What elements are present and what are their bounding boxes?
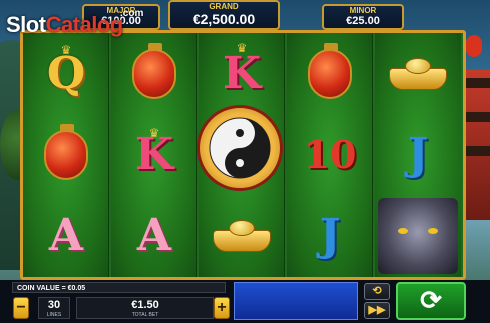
lines-label: LINES <box>46 312 62 318</box>
symbol-q: ♛ Q <box>23 33 109 114</box>
spin-icon: ⟳ <box>420 285 442 315</box>
total-bet-label: TOTAL BET <box>131 312 159 318</box>
lantern-icon <box>308 42 352 99</box>
total-bet-value: €1.50 <box>131 299 159 311</box>
message-area <box>234 282 358 320</box>
symbol-10: 10 <box>287 114 373 195</box>
yin-yang-icon <box>209 117 271 179</box>
watermark-suffix: .com <box>120 8 144 19</box>
reel-4: 10 J <box>287 33 373 277</box>
symbol-gold-ingot <box>375 33 461 114</box>
symbol-k-glyph: K <box>222 47 262 99</box>
jackpot-grand-value: €2,500.00 <box>192 11 256 27</box>
reel-2: ♛ K A <box>111 33 197 277</box>
reel-1: ♛ Q A <box>23 33 109 277</box>
symbol-a: A <box>23 195 109 276</box>
coin-value-display: COIN VALUE = €0.05 <box>12 282 226 293</box>
crown-icon: ♛ <box>60 43 72 57</box>
jackpot-minor: MINOR €25.00 <box>322 4 404 30</box>
symbol-j: J <box>287 195 373 276</box>
symbol-a: A <box>111 195 197 276</box>
fast-play-button[interactable]: ▶▶ <box>364 302 390 319</box>
spin-button[interactable]: ⟳ <box>396 282 466 320</box>
symbol-q-glyph: Q <box>46 47 86 99</box>
decrease-bet-button[interactable]: − <box>13 297 29 319</box>
autoplay-icon: ⟲ <box>372 285 382 297</box>
lantern-icon <box>132 42 176 99</box>
symbol-j-glyph: J <box>407 128 429 180</box>
symbol-j: J <box>375 114 461 195</box>
tiger-icon <box>378 197 458 274</box>
symbol-a-glyph: A <box>48 209 84 261</box>
watermark-part1: Slot <box>6 12 46 37</box>
symbol-a-glyph: A <box>136 209 172 261</box>
crown-icon: ♛ <box>148 126 160 140</box>
symbol-lantern <box>23 114 109 195</box>
symbol-lantern <box>287 33 373 114</box>
jackpot-minor-value: €25.00 <box>346 15 380 27</box>
lantern-icon <box>44 123 88 180</box>
reels-frame: ♛ Q A ♛ K A ♛ K 10 J J <box>20 30 466 280</box>
symbol-j-glyph: J <box>319 209 341 261</box>
lines-display: 30 LINES <box>38 297 70 319</box>
watermark-part2: Catalog <box>45 12 124 37</box>
symbol-gold-ingot <box>199 195 285 276</box>
symbol-lantern <box>111 33 197 114</box>
increase-bet-button[interactable]: + <box>214 297 230 319</box>
symbol-k: ♛ K <box>199 33 285 114</box>
symbol-k: ♛ K <box>111 114 197 195</box>
symbol-tiger <box>375 195 461 276</box>
watermark-logo: SlotCatalog <box>6 12 123 38</box>
jackpot-grand: GRAND €2,500.00 <box>168 0 280 30</box>
autoplay-button[interactable]: ⟲ <box>364 283 390 300</box>
jackpot-minor-label: MINOR <box>349 6 377 15</box>
gold-ingot-icon <box>389 57 447 90</box>
reel-5: J <box>375 33 461 277</box>
lines-value: 30 <box>47 299 61 311</box>
symbol-10-glyph: 10 <box>303 131 357 177</box>
gold-ingot-icon <box>213 219 271 252</box>
crown-icon: ♛ <box>236 41 248 55</box>
jackpot-grand-label: GRAND <box>209 2 239 11</box>
hanging-lantern-right <box>466 35 482 57</box>
total-bet-display: €1.50 TOTAL BET <box>76 297 214 319</box>
fast-forward-icon: ▶▶ <box>368 304 386 316</box>
symbol-yin-yang <box>197 105 283 191</box>
